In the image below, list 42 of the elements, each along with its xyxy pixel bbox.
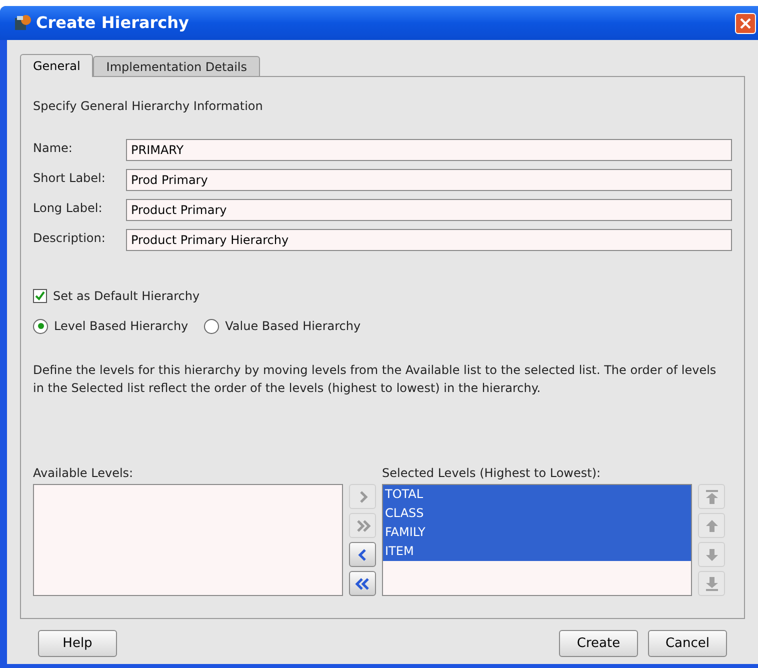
- list-item[interactable]: CLASS: [383, 504, 691, 523]
- close-icon: [740, 18, 751, 28]
- checkbox-label: Set as Default Hierarchy: [53, 288, 200, 305]
- arrow-to-top-icon: [704, 488, 720, 504]
- list-label: Available Levels:: [33, 465, 134, 482]
- list-item[interactable]: FAMILY: [383, 523, 691, 542]
- double-chevron-left-icon: [354, 576, 370, 592]
- instructions-text: Define the levels for this hierarchy by moving levels from the Available list to the selected list. The order of levels in the Selected list reflect the order of the levels (highest to lowest) in the hierarchy.: [33, 362, 718, 397]
- tab[interactable]: General: [20, 54, 94, 77]
- cancel-button[interactable]: Cancel: [648, 630, 727, 657]
- hierarchy-app-icon: [14, 14, 32, 32]
- move-button[interactable]: [349, 571, 376, 596]
- text-field[interactable]: Product Primary: [126, 199, 732, 221]
- radio-button[interactable]: [204, 318, 220, 334]
- radio-label: Value Based Hierarchy: [225, 318, 361, 335]
- selected-levels-list[interactable]: TOTAL CLASS FAMILY ITEM: [382, 484, 692, 596]
- field-label: Description:: [33, 230, 106, 247]
- double-chevron-right-icon: [354, 518, 370, 534]
- list-label: Selected Levels (Highest to Lowest):: [382, 465, 602, 482]
- window-title: Create Hierarchy: [36, 12, 190, 34]
- field-label: Name:: [33, 140, 74, 157]
- move-button[interactable]: [349, 542, 376, 567]
- list-item[interactable]: ITEM: [383, 542, 691, 561]
- list-item[interactable]: TOTAL: [383, 485, 691, 504]
- available-levels-list[interactable]: [33, 484, 343, 596]
- arrow-down-icon: [704, 546, 720, 562]
- radio-button[interactable]: [33, 318, 48, 334]
- tab[interactable]: Implementation Details: [93, 56, 260, 76]
- close-button[interactable]: [735, 12, 756, 34]
- help-button[interactable]: Help: [38, 630, 117, 657]
- field-label: Long Label:: [33, 200, 104, 217]
- text-field[interactable]: PRIMARY: [126, 139, 732, 161]
- text-field[interactable]: Product Primary Hierarchy: [126, 229, 732, 251]
- create-button[interactable]: Create: [559, 630, 638, 657]
- checkbox[interactable]: [33, 289, 47, 303]
- check-icon: [35, 291, 45, 301]
- text-field[interactable]: Prod Primary: [126, 169, 732, 191]
- arrow-to-bottom-icon: [704, 576, 720, 592]
- section-heading: Specify General Hierarchy Information: [33, 98, 264, 115]
- field-label: Short Label:: [33, 170, 106, 187]
- radio-label: Level Based Hierarchy: [54, 318, 188, 335]
- arrow-up-icon: [704, 518, 720, 534]
